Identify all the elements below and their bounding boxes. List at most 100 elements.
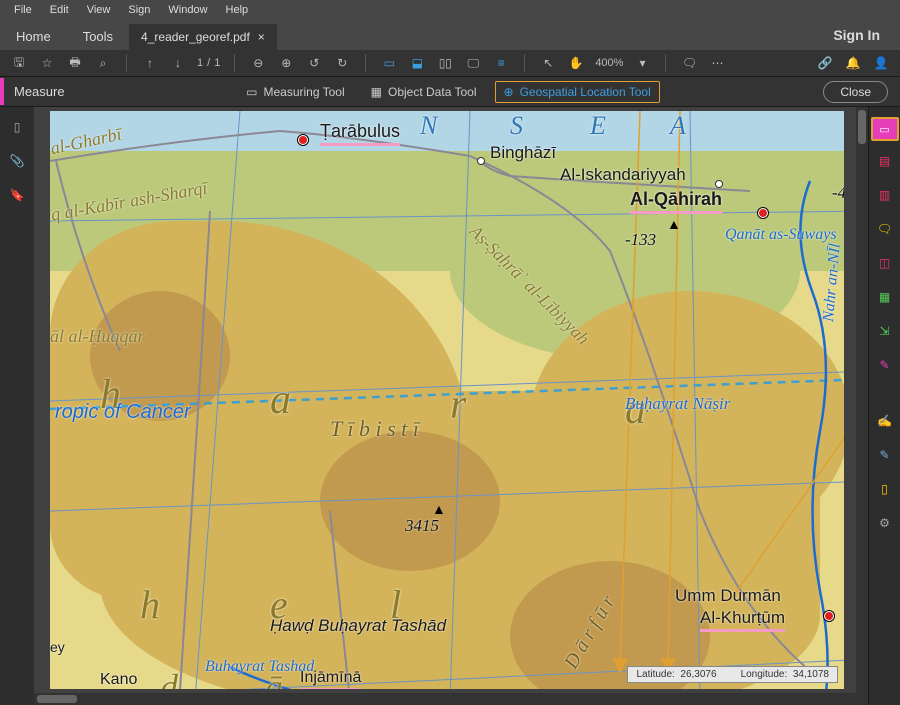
rotate-cw-icon[interactable]: ↻: [333, 54, 351, 72]
object-data-tool-button[interactable]: ▦ Object Data Tool: [363, 82, 485, 102]
zoom-out-icon[interactable]: ⊖: [249, 54, 267, 72]
sea-letter-n: N: [420, 111, 437, 141]
menu-edit[interactable]: Edit: [42, 2, 77, 18]
bookmarks-icon[interactable]: 🔖: [7, 185, 27, 205]
elev-3415: 3415: [405, 516, 439, 536]
measure-title: Measure: [0, 78, 75, 105]
nav-tools[interactable]: Tools: [67, 23, 129, 50]
combine-icon[interactable]: ◫: [875, 253, 895, 273]
city-binghazi-dot: [477, 157, 485, 165]
tabbar: Home Tools 4_reader_georef.pdf × Sign In: [0, 20, 900, 50]
document-view[interactable]: N S E A h a r a h e l d ā T ī b i s t ī …: [34, 107, 868, 705]
rotate-ccw-icon[interactable]: ↺: [305, 54, 323, 72]
city-kano: Kano: [100, 671, 137, 689]
geospatial-tool-button[interactable]: ⊕ Geospatial Location Tool: [495, 81, 660, 103]
zoom-in-icon[interactable]: ⊕: [277, 54, 295, 72]
tropic-of-cancer: ropic of Cancer: [55, 401, 191, 424]
close-measure-button[interactable]: Close: [823, 81, 888, 103]
ruler-icon: ▭: [246, 85, 257, 99]
city-khartum: Al-Khurṭūm: [700, 608, 785, 632]
triangle-icon-2: ▲: [432, 501, 446, 517]
settings-icon[interactable]: ⚙: [875, 513, 895, 533]
city-qahirah: Al-Qāhirah: [630, 189, 722, 214]
close-tab-icon[interactable]: ×: [258, 30, 265, 44]
d-letter: d: [160, 666, 178, 689]
fullscreen-icon[interactable]: 🖵: [464, 54, 482, 72]
menu-file[interactable]: File: [6, 2, 40, 18]
create-pdf-icon[interactable]: ▥: [875, 185, 895, 205]
sahara-r: r: [450, 381, 466, 429]
scrollbar-vertical[interactable]: [856, 107, 868, 705]
measuring-tool-button[interactable]: ▭ Measuring Tool: [238, 82, 353, 102]
sahel-h: h: [140, 581, 160, 628]
city-iskandariyyah: Al-Iskandariyyah: [560, 165, 686, 185]
buhayrat-tashad-label: Buhayrat Tashad: [205, 659, 314, 676]
hawd-label: Ḥawḍ Buḥayrat Tashād: [270, 617, 446, 636]
menu-help[interactable]: Help: [218, 2, 257, 18]
redact-icon[interactable]: ✎: [875, 355, 895, 375]
page-indicator[interactable]: 1 / 1: [197, 57, 220, 69]
page-view-icon[interactable]: ▯▯: [436, 54, 454, 72]
pointer-icon[interactable]: ↖: [539, 54, 557, 72]
menu-view[interactable]: View: [79, 2, 119, 18]
edit-pdf-icon[interactable]: ▤: [875, 151, 895, 171]
profile-icon[interactable]: 👤: [872, 54, 890, 72]
arrow-up-icon[interactable]: ↑: [141, 54, 159, 72]
menu-window[interactable]: Window: [160, 2, 215, 18]
nav-home[interactable]: Home: [0, 23, 67, 50]
city-tarabulus: Ṭarābulus: [320, 121, 400, 146]
more-tools-icon[interactable]: ▯: [875, 479, 895, 499]
coordinate-readout: Latitude: 26,3076 Longitude: 34,1078: [627, 666, 838, 683]
workspace: ▯ 📎 🔖: [0, 107, 900, 705]
right-sidebar: ▣ ▤ ▥ 🗨 ◫ ▦ ⇲ ✎ ✍ ✎ ▯ ▭ ⚙: [868, 107, 900, 705]
zoom-level[interactable]: 400%: [595, 57, 623, 69]
comment-tool-icon[interactable]: 🗨: [875, 219, 895, 239]
print-icon[interactable]: 🖶: [66, 54, 84, 72]
city-qahirah-dot: [758, 208, 768, 218]
sea-letter-a: A: [670, 111, 686, 141]
fit-page-icon[interactable]: ⬓: [408, 54, 426, 72]
ey-label: ey: [50, 639, 65, 655]
main-toolbar: 🖫 ☆ 🖶 ⌕ ↑ ↓ 1 / 1 ⊖ ⊕ ↺ ↻ ▭ ⬓ ▯▯ 🖵 ≡ ↖ ✋…: [0, 50, 900, 77]
city-injamina: Injāmīnā: [300, 669, 361, 689]
chevron-down-icon[interactable]: ▾: [633, 54, 651, 72]
organize-icon[interactable]: ▦: [875, 287, 895, 307]
city-tarabulus-dot: [298, 135, 308, 145]
city-khartum-dot: [824, 611, 834, 621]
sea-letter-e: E: [590, 111, 606, 141]
sea-letter-s: S: [510, 111, 523, 141]
arrow-down-icon[interactable]: ↓: [169, 54, 187, 72]
measure-panel-selected[interactable]: ▭: [871, 117, 899, 141]
protect-icon[interactable]: ✎: [875, 445, 895, 465]
pages-panel-icon[interactable]: ▯: [7, 117, 27, 137]
comment-icon[interactable]: 🗨: [680, 54, 698, 72]
bell-icon[interactable]: 🔔: [844, 54, 862, 72]
signin-button[interactable]: Sign In: [813, 27, 900, 43]
left-sidebar: ▯ 📎 🔖: [0, 107, 34, 705]
tibisti-label: T ī b i s t ī: [330, 416, 419, 442]
hand-icon[interactable]: ✋: [567, 54, 585, 72]
share-icon[interactable]: 🔗: [816, 54, 834, 72]
map-canvas[interactable]: N S E A h a r a h e l d ā T ī b i s t ī …: [50, 111, 844, 689]
measure-toolbar: Measure ▭ Measuring Tool ▦ Object Data T…: [0, 77, 900, 107]
city-umm-durman: Umm Durmān: [675, 586, 781, 606]
menu-sign[interactable]: Sign: [120, 2, 158, 18]
huqqar-label: āl al-Ḥuqqār: [50, 326, 145, 347]
qanat-label: Qanāt as-Suways: [725, 226, 837, 244]
scrollbar-horizontal[interactable]: [34, 693, 856, 705]
reading-mode-icon[interactable]: ≡: [492, 54, 510, 72]
save-icon[interactable]: 🖫: [10, 54, 28, 72]
compress-icon[interactable]: ⇲: [875, 321, 895, 341]
data-icon: ▦: [371, 85, 382, 99]
document-tab[interactable]: 4_reader_georef.pdf ×: [129, 24, 277, 50]
city-iskandariyyah-dot: [715, 180, 723, 188]
menubar: File Edit View Sign Window Help: [0, 0, 900, 20]
fit-width-icon[interactable]: ▭: [380, 54, 398, 72]
more-icon[interactable]: ⋯: [708, 54, 726, 72]
star-icon[interactable]: ☆: [38, 54, 56, 72]
sign-tool-icon[interactable]: ✍: [875, 411, 895, 431]
globe-icon: ⊕: [504, 85, 514, 99]
elev-neg133: -133: [625, 230, 656, 250]
attachments-icon[interactable]: 📎: [7, 151, 27, 171]
search-icon[interactable]: ⌕: [94, 54, 112, 72]
